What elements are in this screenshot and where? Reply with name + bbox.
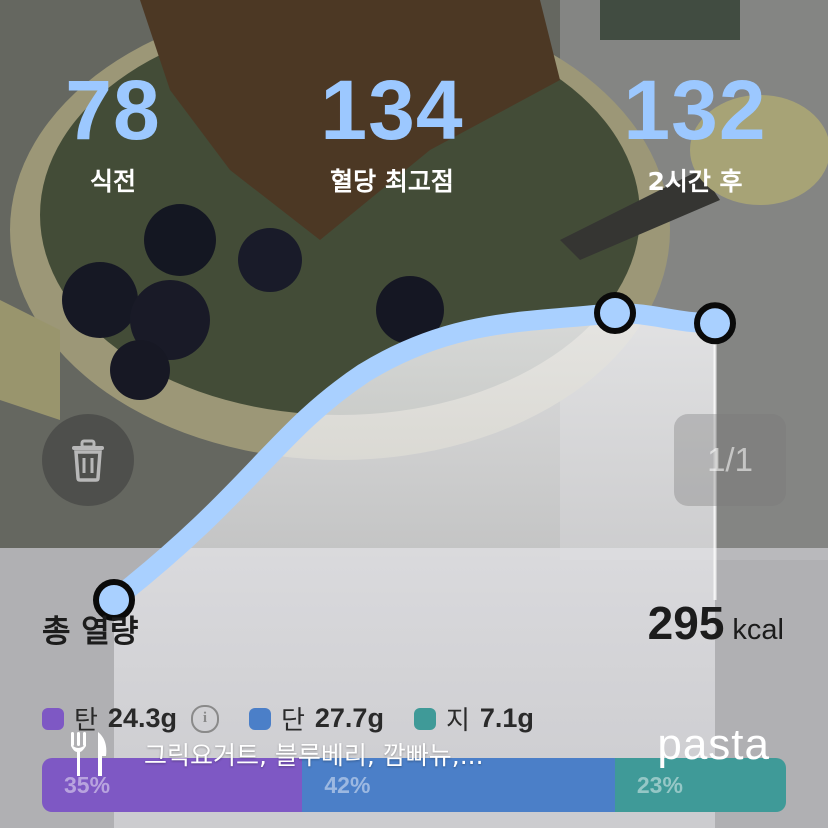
brand-logo: pasta: [657, 720, 770, 769]
stat-after-2h-value: 132: [623, 63, 767, 157]
fat-swatch: [413, 707, 436, 730]
macro-carbs-grams: 24.3g: [107, 703, 177, 733]
stat-peak: 134 혈당 최고점: [292, 60, 492, 198]
info-icon[interactable]: i: [190, 704, 219, 733]
delete-button[interactable]: [42, 414, 134, 506]
stat-peak-label: 혈당 최고점: [330, 167, 454, 196]
photo-pager[interactable]: 1/1: [674, 414, 786, 506]
stat-before-meal-value: 78: [65, 63, 161, 157]
photo-pager-text: 1/1: [707, 441, 753, 478]
macro-fat-grams: 7.1g: [479, 703, 534, 733]
macro-protein-grams: 27.7g: [314, 703, 384, 733]
stat-after-2h-label: 2시간 후: [647, 167, 743, 196]
meal-caption: 그릭요거트, 블루베리, 깜빠뉴,...: [68, 732, 484, 776]
macro-bar-fat-percent: 23%: [636, 771, 683, 798]
total-calories: 295 kcal: [648, 596, 784, 650]
carbs-swatch: [42, 707, 64, 730]
total-calories-value: 295: [647, 597, 725, 649]
glucose-point-peak: [594, 292, 636, 334]
protein-swatch: [248, 707, 271, 730]
meal-foods: 그릭요거트, 블루베리, 깜빠뉴,...: [144, 741, 484, 770]
stat-before-meal-label: 식전: [89, 167, 136, 196]
stat-after-2h: 132 2시간 후: [600, 60, 790, 198]
trash-icon: [72, 439, 104, 482]
glucose-point-after-2h: [694, 302, 736, 345]
total-calories-label: 총 열량: [42, 614, 139, 650]
total-calories-unit: kcal: [732, 614, 784, 646]
meal-glucose-card: 78 식전 134 혈당 최고점 132 2시간 후 1/1 총 열량 295 …: [0, 0, 828, 828]
stat-before-meal: 78 식전: [58, 60, 168, 198]
stat-peak-value: 134: [320, 63, 464, 157]
fork-knife-icon: [71, 732, 107, 776]
